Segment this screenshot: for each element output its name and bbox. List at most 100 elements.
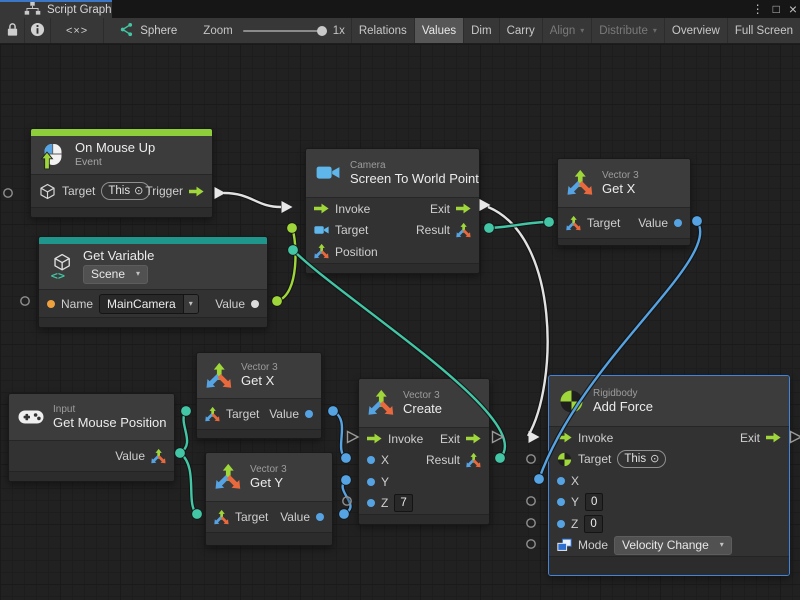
node-get-x-mid[interactable]: Vector 3 Get X Target Value xyxy=(196,352,322,439)
value-field[interactable]: 0 xyxy=(585,493,603,511)
breadcrumb-label: Sphere xyxy=(140,25,177,37)
node-get-x-top[interactable]: Vector 3 Get X Target Value xyxy=(557,158,691,246)
node-row: Z0 xyxy=(549,513,789,535)
port-label: Mode xyxy=(578,538,608,552)
tab-bar: Script Graph ⋮ □ × xyxy=(0,0,800,18)
vector3-icon xyxy=(151,449,166,464)
node-get-y[interactable]: Vector 3 Get Y Target Value xyxy=(205,452,333,546)
node-row: Position xyxy=(306,241,479,263)
port-label: Trigger xyxy=(145,184,183,198)
port-dot[interactable] xyxy=(251,300,259,308)
node-screen-to-world-point[interactable]: Camera Screen To World Point Invoke Exit… xyxy=(305,148,480,274)
rigidbody-icon xyxy=(557,389,585,414)
port-label: X xyxy=(381,453,389,467)
node-type-label: Vector 3 xyxy=(241,362,278,373)
node-type-label: Camera xyxy=(350,160,471,171)
port-dot[interactable] xyxy=(367,478,375,486)
breadcrumb[interactable]: Sphere xyxy=(118,18,177,43)
chevron-down-icon: ▾ xyxy=(653,27,657,35)
dropdown[interactable]: Velocity Change▾ xyxy=(614,536,732,555)
this-target-pill[interactable]: This⊙ xyxy=(101,182,150,200)
toolbar-button-align[interactable]: Align▾ xyxy=(542,18,592,43)
port-label: Position xyxy=(335,245,378,259)
node-header: Camera Screen To World Point xyxy=(306,149,479,197)
port-dot[interactable] xyxy=(367,456,375,464)
port-dot[interactable] xyxy=(316,513,324,521)
node-header: Vector 3 Create xyxy=(359,379,489,427)
scope-dropdown[interactable]: Scene▾ xyxy=(83,265,148,284)
vector3-icon xyxy=(205,363,233,389)
port-dot[interactable] xyxy=(367,499,375,507)
node-header: <> Get Variable Scene▾ xyxy=(39,244,267,289)
code-view-button[interactable]: <×> xyxy=(51,18,104,43)
flow-arrow-icon xyxy=(466,433,481,444)
node-row: Target Value xyxy=(558,208,690,238)
node-title: Create xyxy=(403,402,442,417)
node-type-label: Input xyxy=(53,404,166,415)
node-row: Value xyxy=(9,441,174,471)
node-title: Get X xyxy=(602,182,639,197)
port-dot[interactable] xyxy=(674,219,682,227)
toolbar-button-overview[interactable]: Overview xyxy=(664,18,727,43)
node-add-force[interactable]: Rigidbody Add Force Invoke Exit TargetTh… xyxy=(548,375,790,576)
node-header: Rigidbody Add Force xyxy=(549,376,789,426)
node-vector3-create[interactable]: Vector 3 Create Invoke Exit X Result Y Z… xyxy=(358,378,490,525)
window-menu-icon[interactable]: ⋮ xyxy=(752,0,764,18)
toolbar-button-dim[interactable]: Dim xyxy=(463,18,498,43)
tab-title: Script Graph xyxy=(47,4,112,16)
window-close-icon[interactable]: × xyxy=(789,0,797,18)
vector3-icon xyxy=(566,216,581,231)
info-icon xyxy=(30,22,45,40)
flow-arrow-icon xyxy=(456,203,471,214)
port-dot[interactable] xyxy=(305,410,313,418)
tab-script-graph[interactable]: Script Graph xyxy=(0,0,112,18)
node-row: Target Value xyxy=(206,502,332,532)
toolbar-button-relations[interactable]: Relations xyxy=(351,18,414,43)
gameobject-cube-icon xyxy=(39,183,56,200)
value-field[interactable]: 7 xyxy=(394,494,412,512)
node-type-label: Rigidbody xyxy=(593,388,653,399)
port-label: Result xyxy=(416,223,450,237)
port-label: Target xyxy=(226,407,259,421)
zoom-slider-track[interactable] xyxy=(243,30,327,32)
node-row: Y xyxy=(359,471,489,493)
info-button[interactable] xyxy=(25,18,50,43)
node-get-variable[interactable]: <> Get Variable Scene▾ NameMainCamera▾ V… xyxy=(38,236,268,328)
port-label: Name xyxy=(61,297,93,311)
node-footer xyxy=(31,207,212,217)
zoom-label: Zoom xyxy=(203,18,232,43)
toolbar-button-distribute[interactable]: Distribute▾ xyxy=(591,18,664,43)
toolbar-button-values[interactable]: Values xyxy=(414,18,463,43)
port-dot[interactable] xyxy=(557,477,565,485)
variable-icon: <> xyxy=(47,254,75,280)
vector3-icon xyxy=(566,170,594,196)
rigidbody-icon xyxy=(557,452,572,467)
port-dot[interactable] xyxy=(557,520,565,528)
dropdown[interactable]: MainCamera▾ xyxy=(99,294,199,314)
node-title: Get Mouse Position xyxy=(53,416,166,431)
graph-node-icon xyxy=(118,22,133,40)
node-footer xyxy=(306,263,479,273)
node-row: Invoke Exit xyxy=(306,198,479,220)
enum-icon xyxy=(557,538,572,552)
window-maximize-icon[interactable]: □ xyxy=(773,0,780,18)
node-get-mouse-position[interactable]: Input Get Mouse Position Value xyxy=(8,393,175,482)
lock-button[interactable] xyxy=(0,18,25,43)
node-on-mouse-up[interactable]: On Mouse Up Event TargetThis⊙ Trigger xyxy=(30,128,213,218)
port-label: Z xyxy=(571,517,578,531)
vector3-icon xyxy=(214,464,242,490)
port-label: Invoke xyxy=(578,431,613,445)
zoom-slider[interactable] xyxy=(243,18,327,43)
this-target-pill[interactable]: This⊙ xyxy=(617,450,666,468)
node-header: Input Get Mouse Position xyxy=(9,394,174,440)
port-label: Value xyxy=(638,216,668,230)
node-row: TargetThis⊙ xyxy=(549,449,789,471)
value-field[interactable]: 0 xyxy=(584,515,602,533)
toolbar-button-full-screen[interactable]: Full Screen xyxy=(727,18,800,43)
zoom-slider-handle[interactable] xyxy=(317,26,327,36)
code-icon: <×> xyxy=(66,25,88,37)
node-row: Invoke Exit xyxy=(549,427,789,449)
port-dot[interactable] xyxy=(557,498,565,506)
toolbar-button-carry[interactable]: Carry xyxy=(499,18,542,43)
port-dot[interactable] xyxy=(47,300,55,308)
